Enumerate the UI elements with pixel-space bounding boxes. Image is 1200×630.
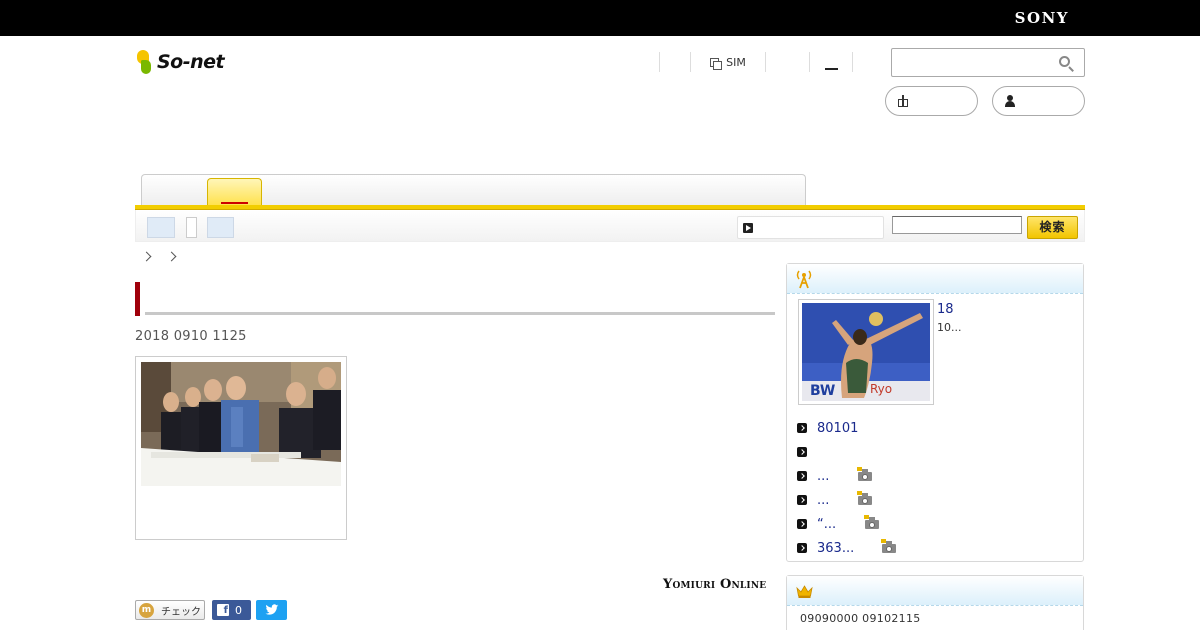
arrow-bullet-icon — [797, 495, 807, 505]
chevron-right-icon — [166, 251, 177, 262]
arrow-bullet-icon — [797, 543, 807, 553]
list-item-text: “... — [817, 516, 837, 532]
list-item[interactable]: 80101 — [797, 416, 1077, 440]
twitter-icon — [265, 604, 279, 615]
subnav-button-3[interactable] — [207, 217, 234, 238]
active-tab-underline — [221, 202, 248, 204]
list-item[interactable]: ... — [797, 464, 1077, 488]
camera-icon — [864, 515, 879, 529]
category-select[interactable] — [737, 216, 884, 239]
header-link-1[interactable] — [659, 52, 690, 72]
list-item-text: 80101 — [817, 420, 859, 436]
nav-tab-active[interactable] — [207, 178, 262, 206]
article-date: 2018 0910 1125 — [135, 329, 247, 344]
panel-header — [787, 264, 1083, 294]
svg-text:BW: BW — [810, 383, 835, 399]
sony-logo[interactable]: SONY — [1015, 9, 1069, 27]
camera-icon — [857, 491, 872, 505]
arrow-bullet-icon — [797, 447, 807, 457]
facebook-icon: f — [217, 604, 229, 616]
arrow-bullet-icon — [797, 423, 807, 433]
ranking-period: 09090000 09102115 — [800, 612, 921, 625]
svg-text:Ryo: Ryo — [870, 382, 892, 396]
title-divider — [145, 312, 775, 315]
camera-icon — [857, 467, 872, 481]
header-link-sim[interactable]: SIM — [690, 52, 765, 72]
list-item-text: ... — [817, 468, 830, 484]
list-item[interactable]: ... — [797, 488, 1077, 512]
facebook-count: 0 — [235, 603, 242, 617]
arrow-bullet-icon — [797, 519, 807, 529]
so-net-logo-mark-icon — [135, 48, 155, 76]
facebook-share-button[interactable]: f 0 — [212, 600, 251, 620]
so-net-logo[interactable]: So-net — [135, 47, 225, 77]
feature-image-frame: BW Ryo — [798, 299, 934, 405]
play-icon — [743, 223, 753, 233]
feature-image[interactable]: BW Ryo — [802, 303, 930, 401]
sidebar-ranking-panel: 09090000 09102115 — [786, 575, 1084, 630]
kensaku-search-button[interactable]: 検索 — [1027, 216, 1078, 239]
sidebar-news-panel: BW Ryo 18 10... 80101 ... ... “... 363..… — [786, 263, 1084, 562]
list-item-text: ... — [817, 492, 830, 508]
chevron-right-icon — [141, 251, 152, 262]
sony-brand-bar: SONY — [0, 0, 1200, 36]
search-icon[interactable] — [1058, 55, 1076, 73]
subnav-search-input[interactable] — [892, 216, 1022, 234]
logo-text: So-net — [157, 51, 225, 73]
user-icon — [1004, 95, 1016, 107]
list-item[interactable]: 363... — [797, 536, 1077, 560]
feature-subtext: 10... — [937, 321, 962, 334]
header-search-input[interactable] — [896, 53, 1051, 72]
list-item-text: 363... — [817, 540, 855, 556]
subnav-button-2[interactable] — [186, 217, 197, 238]
user-pill-button[interactable] — [992, 86, 1085, 116]
antenna-icon — [796, 270, 812, 289]
dash-icon — [824, 68, 838, 70]
article-photo-frame — [135, 356, 347, 540]
twitter-share-button[interactable] — [256, 600, 287, 620]
sub-navigation: 検索 — [135, 210, 1085, 242]
check-label: チェック — [161, 606, 201, 618]
header-search — [891, 48, 1085, 77]
gift-pill-button[interactable] — [885, 86, 978, 116]
breadcrumb — [141, 251, 193, 262]
header-link-4[interactable] — [809, 52, 853, 72]
panel-header — [787, 576, 1083, 606]
mixi-check-button[interactable]: m チェック — [135, 600, 205, 620]
title-accent-bar — [135, 282, 140, 316]
article-photo[interactable] — [141, 362, 341, 486]
camera-icon — [881, 539, 896, 553]
arrow-bullet-icon — [797, 471, 807, 481]
source-yomiuri-online[interactable]: Yomiuri Online — [663, 577, 766, 592]
news-list: 80101 ... ... “... 363... — [797, 416, 1077, 560]
header-link-3[interactable] — [765, 52, 809, 72]
list-item[interactable] — [797, 440, 1077, 464]
header-link-sim-label: SIM — [726, 55, 746, 69]
header-links: SIM — [659, 52, 853, 72]
mixi-icon: m — [139, 602, 154, 618]
list-item[interactable]: “... — [797, 512, 1077, 536]
gift-icon — [897, 95, 909, 107]
crown-icon — [796, 585, 813, 598]
feature-headline[interactable]: 18 — [937, 302, 954, 317]
subnav-button-1[interactable] — [147, 217, 175, 238]
sim-icon — [710, 57, 723, 70]
